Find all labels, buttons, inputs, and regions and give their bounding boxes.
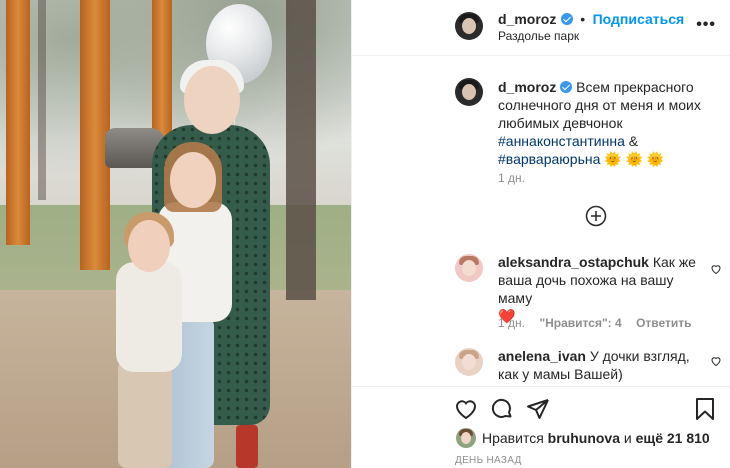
caption-author[interactable]: d_moroz (498, 79, 556, 95)
header-user-line: d_moroz • Подписаться (498, 11, 684, 29)
avatar-face (462, 260, 476, 276)
sun-emoji-icon: 🌞 🌞 🌞 (604, 151, 665, 167)
post-actions: Нравится bruhunova и ещё 21 810 ДЕНЬ НАЗ… (352, 386, 730, 468)
comment-author[interactable]: anelena_ivan (498, 348, 586, 364)
comment-time[interactable]: 1 дн. (498, 316, 525, 330)
commenter-avatar[interactable] (455, 348, 483, 376)
comment-bubble-icon[interactable] (490, 397, 514, 421)
reply-button[interactable]: Ответить (636, 316, 691, 330)
author-avatar[interactable] (455, 12, 483, 40)
likes-and: и (623, 430, 632, 446)
likes-count-link[interactable]: ещё 21 810 (636, 430, 710, 446)
photo-woman-face (184, 66, 240, 134)
share-send-icon[interactable] (526, 397, 550, 421)
hashtag-link[interactable]: #аннаконстантинна (498, 133, 625, 149)
like-heart-icon[interactable] (454, 397, 478, 421)
liker-avatar[interactable] (456, 428, 476, 448)
photo-child-sweater (116, 262, 182, 372)
verified-badge-icon (560, 81, 573, 93)
comment-item: anelena_ivan У дочки взгляд, как у мамы … (498, 347, 708, 383)
hashtag-link[interactable]: #варвараюрьна (498, 151, 600, 167)
commenter-avatar[interactable] (455, 254, 483, 282)
post-location[interactable]: Раздолье парк (498, 29, 579, 43)
more-options-icon[interactable]: ••• (696, 17, 716, 33)
load-more-comments-button[interactable] (585, 205, 607, 227)
caption-author-avatar[interactable] (455, 78, 483, 106)
post-photo[interactable] (0, 0, 351, 468)
photo-child-face (128, 220, 170, 272)
avatar-face (462, 354, 476, 370)
author-username[interactable]: d_moroz (498, 11, 556, 27)
likes-summary: Нравится bruhunova и ещё 21 810 (482, 430, 710, 446)
comment-meta: 1 дн. "Нравится": 4 Ответить (498, 314, 692, 332)
verified-badge-icon (560, 13, 573, 25)
avatar-face (462, 84, 476, 100)
separator-dot: • (580, 11, 586, 27)
comment-likes-count[interactable]: "Нравится": 4 (539, 316, 621, 330)
photo-child-pants (118, 360, 172, 468)
photo-wooden-beam (6, 0, 30, 245)
like-comment-heart-icon[interactable] (710, 263, 722, 275)
post-caption: d_moroz Всем прекрасного солнечного дня … (498, 78, 718, 168)
post-header: d_moroz • Подписаться Раздолье парк ••• (352, 0, 730, 56)
post-side-panel: d_moroz • Подписаться Раздолье парк ••• … (351, 0, 730, 468)
photo-tree-trunk (38, 0, 46, 200)
post-date[interactable]: ДЕНЬ НАЗАД (455, 455, 522, 466)
plus-circle-icon (585, 205, 607, 227)
photo-tree-trunk (286, 0, 316, 300)
like-comment-heart-icon[interactable] (710, 355, 722, 367)
save-bookmark-icon[interactable] (694, 397, 716, 421)
likes-prefix: Нравится (482, 430, 544, 446)
avatar-face (462, 18, 476, 34)
comment-author[interactable]: aleksandra_ostapchuk (498, 254, 649, 270)
caption-ampersand: & (628, 133, 639, 149)
photo-boot (236, 425, 258, 468)
follow-button[interactable]: Подписаться (593, 11, 685, 27)
caption-time[interactable]: 1 дн. (498, 171, 525, 185)
liker-username[interactable]: bruhunova (548, 430, 620, 446)
avatar-face (461, 432, 471, 444)
photo-girl-face (170, 152, 216, 208)
